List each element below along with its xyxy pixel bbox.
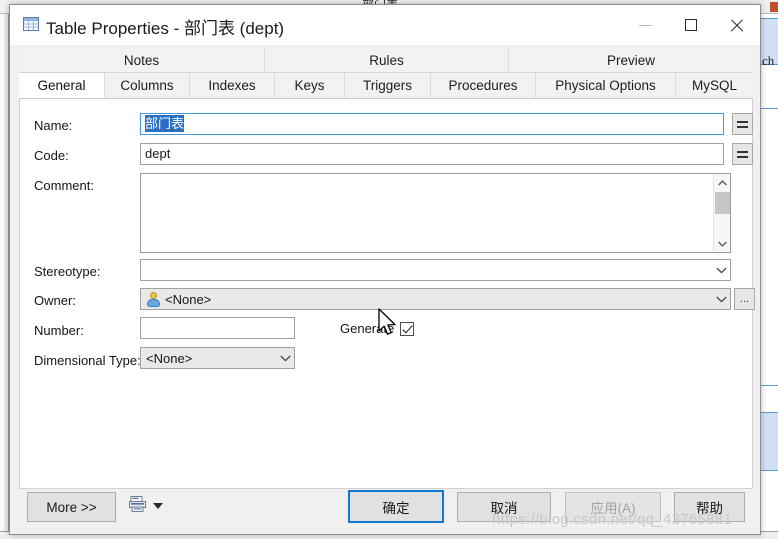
print-report-icon[interactable] bbox=[129, 496, 146, 512]
equals-icon bbox=[737, 150, 748, 158]
background-grid-line bbox=[760, 108, 778, 109]
owner-browse-button[interactable]: ... bbox=[734, 288, 755, 310]
background-grid-line bbox=[760, 385, 778, 386]
scroll-up-icon[interactable] bbox=[714, 174, 731, 191]
tab-columns[interactable]: Columns bbox=[105, 73, 190, 98]
tab-mysql[interactable]: MySQL bbox=[676, 73, 753, 98]
code-equals-button[interactable] bbox=[732, 143, 753, 165]
code-label: Code: bbox=[34, 148, 69, 163]
comment-scrollbar[interactable] bbox=[713, 174, 730, 252]
close-icon bbox=[729, 17, 745, 33]
comment-label: Comment: bbox=[34, 178, 94, 193]
dimensional-type-combobox[interactable]: <None> bbox=[140, 347, 295, 369]
dimensional-type-value: <None> bbox=[146, 350, 193, 366]
name-label: Name: bbox=[34, 118, 73, 133]
chevron-down-icon bbox=[716, 260, 727, 280]
table-properties-form: Name: 部门表 Code: dept Comment: Stereotype… bbox=[20, 99, 755, 488]
user-icon bbox=[146, 291, 161, 307]
cancel-button[interactable]: 取消 bbox=[457, 492, 551, 522]
tab-indexes[interactable]: Indexes bbox=[190, 73, 275, 98]
tab-row-primary: General Columns Indexes Keys Triggers Pr… bbox=[19, 73, 753, 99]
tab-physical-options[interactable]: Physical Options bbox=[536, 73, 676, 98]
maximize-button[interactable] bbox=[668, 5, 714, 45]
dialog-footer: More >> 确定 取消 应用(A) 帮助 bbox=[19, 488, 753, 526]
scroll-down-icon[interactable] bbox=[714, 235, 731, 252]
number-input[interactable] bbox=[140, 317, 295, 339]
owner-value: <None> bbox=[165, 291, 212, 307]
tab-triggers[interactable]: Triggers bbox=[345, 73, 431, 98]
name-input[interactable]: 部门表 bbox=[140, 113, 724, 135]
comment-textarea[interactable] bbox=[140, 173, 731, 253]
general-tab-panel: Name: 部门表 Code: dept Comment: Stereotype… bbox=[19, 99, 755, 489]
chevron-down-icon bbox=[280, 348, 291, 368]
tab-preview[interactable]: Preview bbox=[509, 49, 753, 72]
name-equals-button[interactable] bbox=[732, 113, 753, 135]
maximize-icon bbox=[685, 19, 697, 31]
table-icon bbox=[23, 17, 39, 31]
tab-bar: Notes Rules Preview General Columns Inde… bbox=[19, 49, 753, 99]
background-orange-marker bbox=[770, 2, 778, 12]
chevron-down-icon bbox=[716, 289, 727, 309]
minimize-icon bbox=[638, 24, 652, 26]
code-input[interactable]: dept bbox=[140, 143, 724, 165]
ok-button[interactable]: 确定 bbox=[348, 490, 444, 523]
background-selected-row bbox=[761, 413, 778, 470]
tab-row-secondary: Notes Rules Preview bbox=[19, 49, 753, 73]
name-input-value: 部门表 bbox=[145, 115, 185, 132]
table-properties-dialog: Table Properties - 部门表 (dept) Notes Rule… bbox=[9, 4, 761, 535]
background-cell-text: ch bbox=[762, 53, 775, 68]
owner-combobox[interactable]: <None> bbox=[140, 288, 731, 310]
owner-label: Owner: bbox=[34, 293, 76, 308]
background-left-edge bbox=[0, 14, 4, 539]
tab-notes[interactable]: Notes bbox=[19, 49, 265, 72]
stereotype-combobox[interactable] bbox=[140, 259, 731, 281]
help-button[interactable]: 帮助 bbox=[674, 492, 745, 522]
stereotype-label: Stereotype: bbox=[34, 264, 101, 279]
dialog-titlebar[interactable]: Table Properties - 部门表 (dept) bbox=[10, 5, 760, 45]
dialog-title: Table Properties - 部门表 (dept) bbox=[46, 19, 285, 38]
minimize-button[interactable] bbox=[622, 5, 668, 45]
tab-keys[interactable]: Keys bbox=[275, 73, 345, 98]
dimensional-type-label: Dimensional Type: bbox=[34, 353, 141, 368]
background-grid-line bbox=[760, 470, 778, 471]
tab-procedures[interactable]: Procedures bbox=[431, 73, 536, 98]
equals-icon bbox=[737, 120, 748, 128]
close-button[interactable] bbox=[714, 5, 760, 45]
tab-general[interactable]: General bbox=[19, 73, 105, 98]
generate-label: Generate bbox=[340, 321, 395, 336]
scrollbar-thumb[interactable] bbox=[715, 192, 730, 214]
more-button[interactable]: More >> bbox=[27, 492, 116, 522]
tab-rules[interactable]: Rules bbox=[265, 49, 509, 72]
number-label: Number: bbox=[34, 323, 84, 338]
print-dropdown-arrow-icon[interactable] bbox=[153, 503, 163, 509]
generate-checkbox-row[interactable]: Generate bbox=[340, 321, 415, 336]
generate-checkbox[interactable] bbox=[400, 321, 415, 336]
window-controls bbox=[622, 5, 760, 45]
apply-button: 应用(A) bbox=[565, 492, 661, 522]
